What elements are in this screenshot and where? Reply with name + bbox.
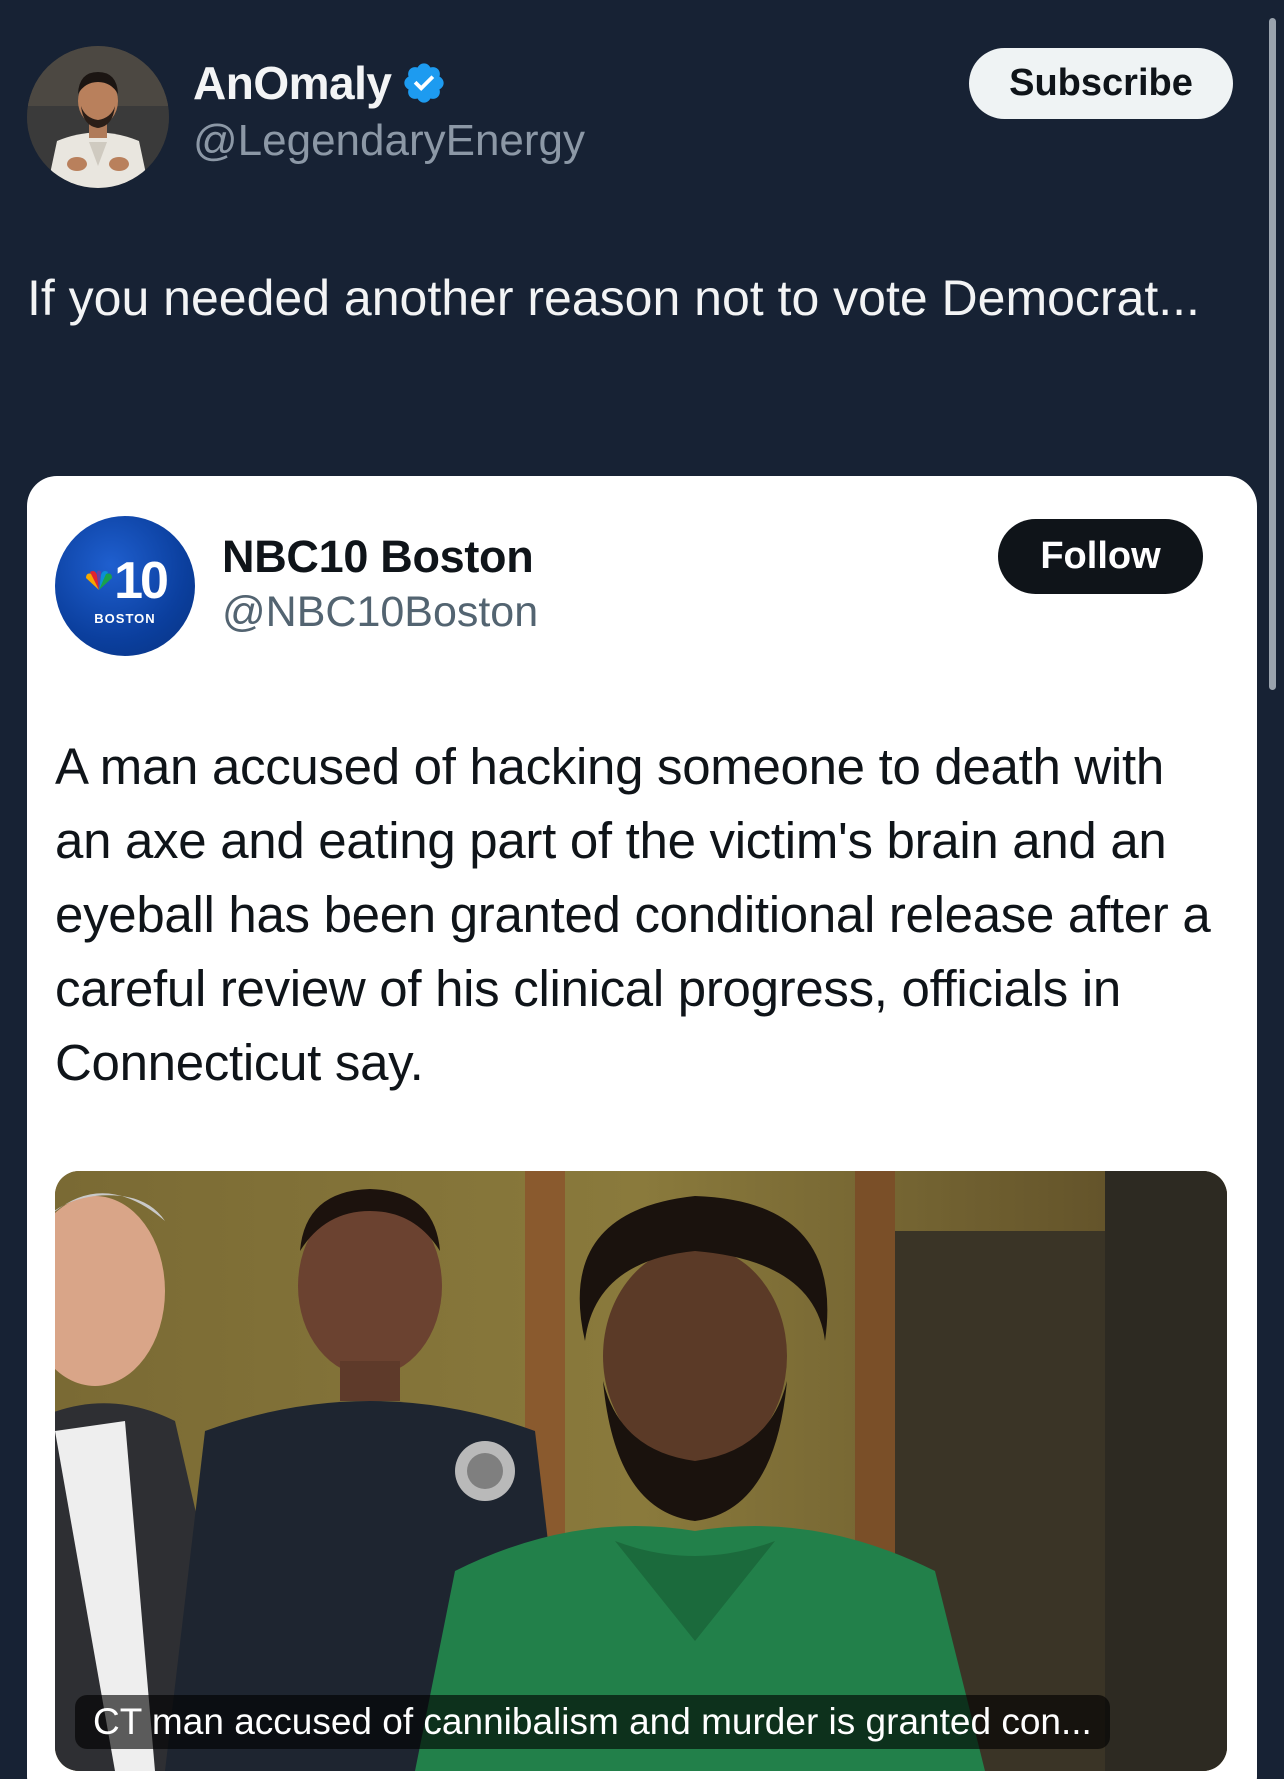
nbc-logo-mark: 10 [84,551,169,610]
subscribe-button[interactable]: Subscribe [969,48,1233,119]
author-handle[interactable]: @LegendaryEnergy [193,116,585,166]
media-caption: CT man accused of cannibalism and murder… [75,1695,1110,1749]
verified-badge-icon [404,63,445,103]
peacock-icon [86,570,113,590]
quoted-author-handle[interactable]: @NBC10Boston [222,588,538,637]
nbc10-logo[interactable]: 10 BOSTON [55,516,195,656]
nbc-logo-city: BOSTON [94,610,156,626]
tweet-screen: AnOmaly @LegendaryEnergy Subscribe If yo… [0,0,1284,1779]
author-name[interactable]: AnOmaly [193,56,392,110]
scrollbar[interactable] [1269,18,1276,690]
nbc-logo-number: 10 [114,551,169,610]
quoted-post-card[interactable]: 10 BOSTON NBC10 Boston @NBC10Boston Foll… [27,476,1257,1779]
quoted-post-media[interactable]: CT man accused of cannibalism and murder… [55,1171,1227,1771]
avatar-image [27,46,169,188]
quoted-author-name[interactable]: NBC10 Boston [222,531,534,583]
courtroom-photo [55,1171,1227,1771]
quoted-post-text: A man accused of hacking someone to deat… [55,738,1211,1091]
author-avatar[interactable] [27,46,169,188]
follow-button[interactable]: Follow [998,519,1203,594]
tweet-text: If you needed another reason not to vote… [27,270,1200,326]
author-name-row: AnOmaly [193,56,447,110]
